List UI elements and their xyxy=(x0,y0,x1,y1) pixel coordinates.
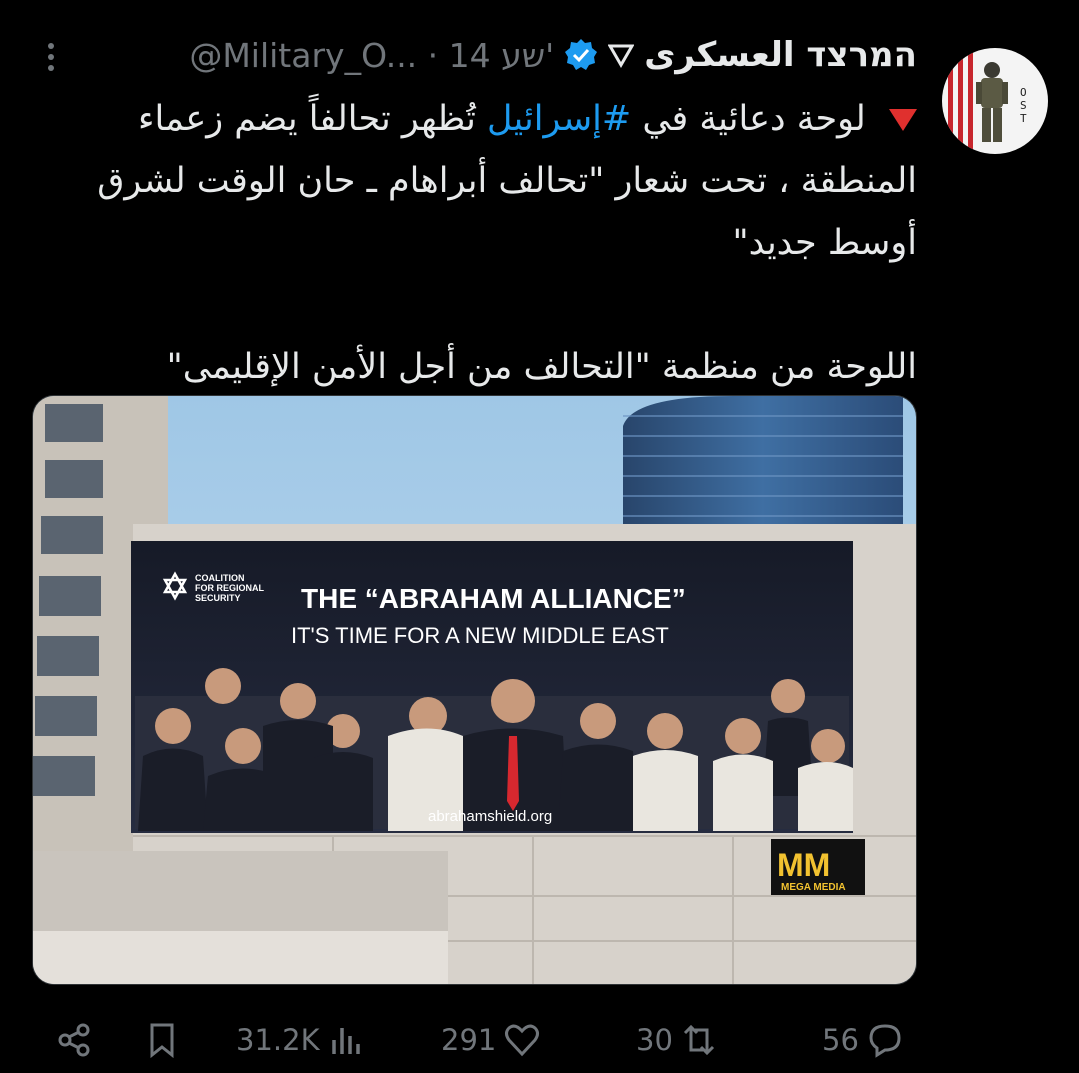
bookmark-icon xyxy=(150,1023,174,1058)
triangle-icon xyxy=(608,44,635,68)
handle-time[interactable]: @Military_O... · 14 שע' xyxy=(189,36,554,75)
mega-media-text: MEGA MEDIA xyxy=(781,882,846,893)
tweet-text-part: تُظهر تحالفاً يضم زعماء xyxy=(137,99,476,139)
org-line-1: COALITION xyxy=(195,573,245,583)
tweet-line-3: أوسط جديد" xyxy=(732,223,917,263)
display-name[interactable]: המרצד العسكرى xyxy=(644,35,917,75)
share-icon xyxy=(58,1023,90,1057)
billboard-photo: COALITION FOR REGIONAL SECURITY THE “ABR… xyxy=(33,396,916,984)
bookmark-button[interactable] xyxy=(144,1012,180,1068)
tweet-line-2: المنطقة ، تحت شعار "تحالف أبراهام ـ حان … xyxy=(97,161,917,201)
tweet-line-5: اللوحة من منظمة "التحالف من أجل الأمن ال… xyxy=(166,347,917,387)
like-button[interactable]: 291 xyxy=(441,1012,540,1068)
hashtag-link[interactable]: #إسرائيل xyxy=(487,99,631,139)
tweet-header: המרצד العسكرى @Military_O... · 14 שע' xyxy=(189,28,917,82)
share-button[interactable] xyxy=(56,1012,92,1068)
views-count: 31.2K xyxy=(236,1023,320,1057)
reply-button[interactable]: 56 xyxy=(822,1012,903,1068)
more-icon[interactable] xyxy=(44,40,58,74)
tweet-image[interactable]: COALITION FOR REGIONAL SECURITY THE “ABR… xyxy=(32,395,917,985)
verified-icon xyxy=(565,39,598,70)
tweet-line-1: لوحة دعائية في #إسرائيل تُظهر تحالفاً يض… xyxy=(55,88,917,150)
avatar-stripe xyxy=(948,48,953,154)
action-bar: 31.2K 291 30 56 xyxy=(0,1012,1079,1068)
billboard-headline: THE “ABRAHAM ALLIANCE” xyxy=(301,583,686,614)
repost-icon xyxy=(683,1024,714,1056)
org-line-2: FOR REGIONAL xyxy=(195,583,265,593)
reply-count: 56 xyxy=(822,1023,859,1057)
mega-media-logo: MM xyxy=(777,847,830,883)
avatar-logo: OST xyxy=(1020,86,1027,125)
views-icon xyxy=(331,1028,360,1054)
tweet-text: لوحة دعائية في #إسرائيل تُظهر تحالفاً يض… xyxy=(55,88,917,398)
repost-button[interactable]: 30 xyxy=(636,1012,717,1068)
avatar-stripe xyxy=(958,48,963,154)
reply-icon xyxy=(869,1024,901,1058)
tweet-text-part: لوحة دعائية في xyxy=(642,99,866,139)
billboard-subhead: IT'S TIME FOR A NEW MIDDLE EAST xyxy=(291,623,669,648)
like-count: 291 xyxy=(441,1023,497,1057)
tweet-spacer xyxy=(55,274,917,336)
soldier-image xyxy=(976,62,1008,142)
billboard-url: abrahamshield.org xyxy=(428,808,552,825)
views-button[interactable]: 31.2K xyxy=(236,1012,364,1068)
org-line-3: SECURITY xyxy=(195,593,241,603)
red-triangle-icon xyxy=(889,109,917,131)
repost-count: 30 xyxy=(636,1023,673,1057)
like-icon xyxy=(505,1024,540,1057)
avatar[interactable]: OST xyxy=(942,48,1048,154)
